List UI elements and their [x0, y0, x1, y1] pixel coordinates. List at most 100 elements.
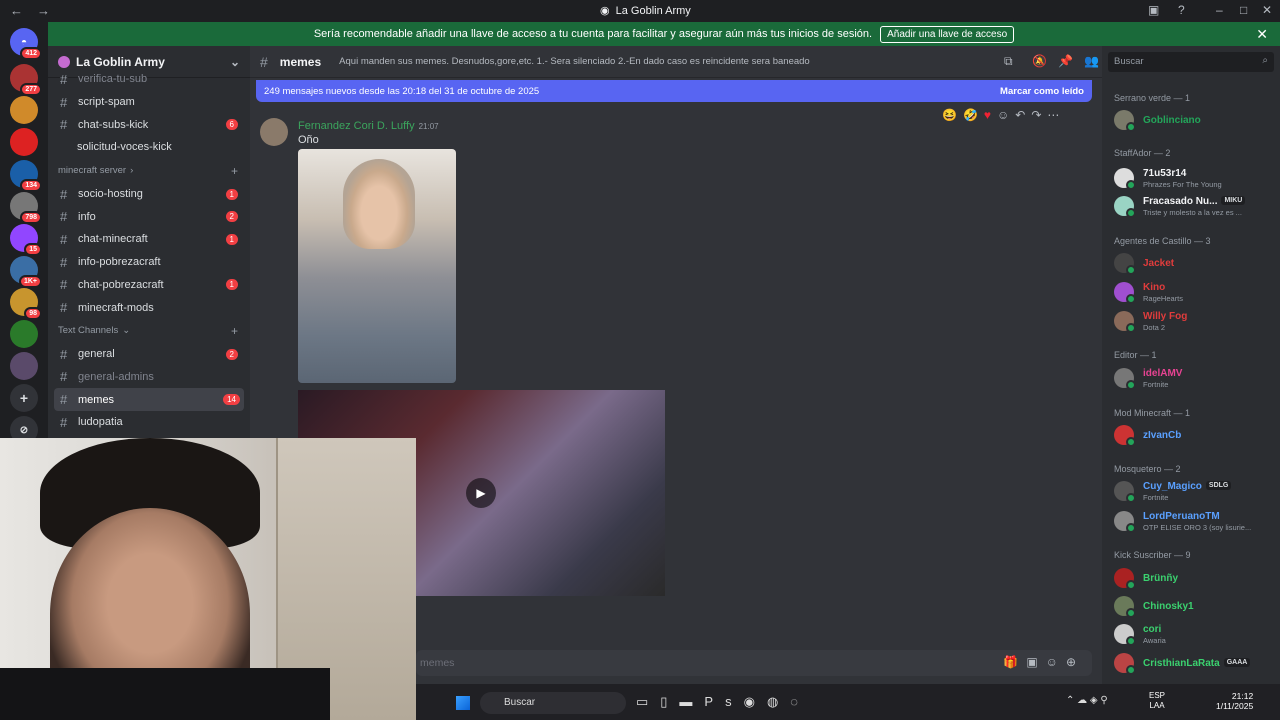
role-header: Serrano verde — 1 — [1114, 93, 1191, 103]
member-item[interactable]: 71u53r14 Phrazes For The Young — [1114, 167, 1222, 190]
channel-script-spam[interactable]: # script-spam — [48, 91, 250, 114]
channel-solicitud-voces-kick[interactable]: solicitud-voces-kick — [48, 136, 250, 159]
chat-header: # memes Aqui manden sus memes. Desnudos,… — [250, 46, 1102, 78]
channel-socio-hosting[interactable]: # socio-hosting 1 — [48, 183, 250, 206]
minimize-icon[interactable]: – — [1216, 3, 1223, 17]
clock[interactable]: 21:12 1/11/2025 — [1216, 691, 1253, 711]
channel-topic[interactable]: Aqui manden sus memes. Desnudos,gore,etc… — [339, 56, 810, 67]
channel-info[interactable]: # info 2 — [48, 205, 250, 228]
add-reaction-icon[interactable]: ☺ — [997, 108, 1009, 122]
message-actions: 😆 🤣 ♥ ☺ ↶ ↷ ⋯ — [942, 108, 1059, 122]
member-item[interactable]: Cuy_Magico SDLG Fortnite — [1114, 480, 1232, 503]
channel-ludopatia[interactable]: # ludopatia — [48, 411, 250, 434]
hash-icon: # — [60, 231, 68, 247]
channel-minecraft-mods[interactable]: # minecraft-mods — [48, 296, 250, 319]
message-author[interactable]: Fernandez Cori D. Luffy — [298, 120, 415, 132]
search-input[interactable]: Buscar ⌕ — [1108, 52, 1274, 72]
nav-arrows[interactable]: ← → — [10, 3, 64, 18]
role-header: Mod Minecraft — 1 — [1114, 408, 1191, 418]
member-item[interactable]: Kino RageHearts — [1114, 281, 1183, 304]
forward-icon[interactable]: ↷ — [1031, 108, 1041, 122]
avatar — [1114, 511, 1136, 533]
member-item[interactable]: Fracasado Nu... MIKU Triste y molesto a la… — [1114, 195, 1246, 218]
new-messages-text: 249 mensajes nuevos desde las 20:18 del … — [264, 85, 540, 97]
add-channel-icon[interactable]: + — [231, 324, 238, 338]
category-text-channels[interactable]: Text Channels ⌄ + — [48, 319, 250, 343]
taskbar-search[interactable]: Buscar — [480, 692, 626, 714]
add-server-icon[interactable]: + — [10, 384, 38, 412]
reply-icon[interactable]: ↶ — [1015, 108, 1025, 122]
server-icon-7[interactable]: 1K+ — [10, 256, 42, 288]
server-icon-1[interactable]: 277 — [10, 64, 42, 96]
member-item[interactable]: Jacket — [1114, 252, 1174, 275]
server-icon-3[interactable] — [10, 128, 38, 156]
more-icon[interactable]: ⋯ — [1047, 108, 1059, 122]
play-icon[interactable]: ▶ — [466, 478, 496, 508]
avatar — [1114, 282, 1136, 304]
windows-start-icon[interactable] — [456, 696, 470, 710]
input-icons[interactable]: 🎁▣☺⊕ — [1003, 655, 1084, 669]
forward-icon[interactable]: → — [37, 3, 50, 18]
server-icon-4[interactable]: 134 — [10, 160, 42, 192]
server-icon: ◉ — [600, 5, 610, 17]
new-messages-bar[interactable]: 249 mensajes nuevos desde las 20:18 del … — [256, 80, 1092, 102]
threads-icon[interactable]: ⧉ — [1004, 54, 1013, 69]
member-item[interactable]: Chinosky1 — [1114, 595, 1194, 618]
maximize-icon[interactable]: □ — [1240, 3, 1247, 17]
close-notice-icon[interactable]: ✕ — [1256, 26, 1268, 43]
avatar — [1114, 653, 1136, 675]
channel-name: memes — [279, 54, 322, 69]
avatar — [1114, 624, 1136, 646]
inbox-icon[interactable]: ▣ — [1148, 3, 1159, 17]
member-item[interactable]: CristhianLaRata GAAA — [1114, 652, 1251, 675]
avatar[interactable] — [260, 118, 288, 146]
taskbar: Buscar ▭▯▬Ps◉◍◌ ⌃ ☁ ◈ ⚲ ESP LAA 21:12 1/11… — [416, 684, 1280, 720]
server-icon-8[interactable]: 98 — [10, 288, 42, 320]
avatar — [1114, 368, 1136, 390]
hash-icon: # — [60, 186, 68, 202]
channel-memes[interactable]: # memes 14 — [54, 388, 244, 411]
member-item[interactable]: LordPeruanoTM OTP ELISE ORO 3 (soy lisuri… — [1114, 510, 1251, 533]
heart-icon[interactable]: ♥ — [984, 108, 991, 122]
member-item[interactable]: Goblinciano — [1114, 109, 1201, 132]
pin-icon[interactable]: 📌 — [1058, 54, 1073, 68]
taskbar-apps[interactable]: ▭▯▬Ps◉◍◌ — [636, 694, 810, 710]
members-icon[interactable]: 👥 — [1084, 54, 1099, 68]
server-icon-5[interactable]: 798 — [10, 192, 42, 224]
help-icon[interactable]: ? — [1178, 3, 1185, 17]
channel-chat-pobrezacraft[interactable]: # chat-pobrezacraft 1 — [48, 274, 250, 297]
member-item[interactable]: idelAMV Fortnite — [1114, 367, 1182, 390]
category-minecraft-server[interactable]: minecraft server › + — [48, 159, 250, 183]
channel-verifica-tu-sub[interactable]: # verifica-tu-sub — [48, 68, 250, 91]
add-channel-icon[interactable]: + — [231, 164, 238, 178]
mute-icon[interactable]: 🔕 — [1032, 54, 1047, 68]
channel-chat-subs-kick[interactable]: # chat-subs-kick 6 — [48, 113, 250, 136]
laugh-icon[interactable]: 🤣 — [963, 108, 978, 122]
member-item[interactable]: Willy Fog Dota 2 — [1114, 310, 1187, 333]
member-list: Buscar ⌕ Serrano verde — 1 Goblinciano St… — [1102, 46, 1280, 684]
channel-general-admins[interactable]: # general-admins — [48, 366, 250, 389]
grin-icon[interactable]: 😆 — [942, 108, 957, 122]
channel-general[interactable]: # general 2 — [48, 343, 250, 366]
member-item[interactable]: Brünñy — [1114, 567, 1178, 590]
language-indicator[interactable]: ESP LAA — [1149, 691, 1165, 711]
webcam-overlay — [0, 438, 416, 720]
server-icon-2[interactable] — [10, 96, 38, 124]
server-icon-10[interactable] — [10, 352, 38, 380]
channel-chat-minecraft[interactable]: # chat-minecraft 1 — [48, 228, 250, 251]
hash-icon: # — [60, 209, 68, 225]
home-button[interactable]: ◓ 412 — [10, 28, 42, 60]
mark-read-button[interactable]: Marcar como leído — [1000, 86, 1084, 97]
add-passkey-button[interactable]: Añadir una llave de acceso — [880, 25, 1015, 43]
channel-info-pobrezacraft[interactable]: # info-pobrezacraft — [48, 251, 250, 274]
image-attachment[interactable] — [298, 149, 456, 383]
server-icon-9[interactable] — [10, 320, 38, 348]
member-item[interactable]: zIvanCb — [1114, 424, 1181, 447]
close-window-icon[interactable]: ✕ — [1262, 3, 1272, 17]
chevron-down-icon[interactable]: ⌄ — [230, 55, 240, 69]
server-icon-6[interactable]: 15 — [10, 224, 42, 256]
system-tray[interactable]: ⌃ ☁ ◈ ⚲ — [1066, 695, 1108, 706]
message-input[interactable]: memes 🎁▣☺⊕ — [416, 650, 1092, 676]
member-item[interactable]: cori Awaria — [1114, 623, 1166, 646]
back-icon[interactable]: ← — [10, 3, 23, 18]
